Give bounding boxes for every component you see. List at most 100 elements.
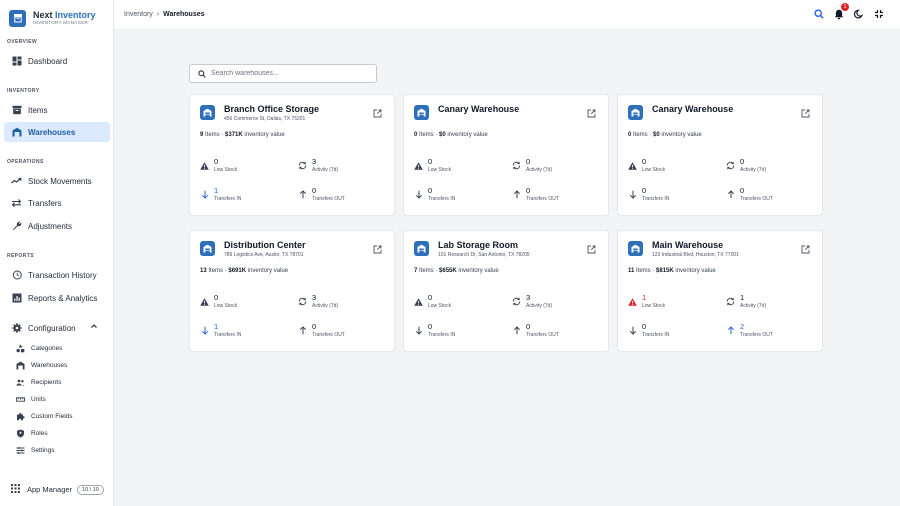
transfers-in-value: 0	[428, 186, 433, 195]
summary-separator: ·	[221, 132, 224, 138]
transfers-in-label: Transfers IN	[642, 332, 670, 338]
warehouse-icon	[200, 105, 215, 120]
warehouse-card[interactable]: Branch Office Storage 456 Commerce St, D…	[189, 94, 395, 216]
items-suffix: Items	[636, 268, 651, 274]
chevron-up-icon[interactable]	[90, 322, 98, 332]
warehouse-address: 789 Logistics Ave, Austin, TX 78701	[224, 252, 304, 258]
sliders-icon	[16, 446, 25, 455]
arrow-down-icon	[414, 326, 423, 335]
sidebar-item-reports-analytics[interactable]: Reports & Analytics	[4, 288, 110, 308]
stat-activity: 3 Activity (7d)	[512, 294, 552, 309]
apps-grid-icon	[11, 484, 20, 495]
arrow-down-icon	[628, 326, 637, 335]
low-stock-value: 0	[642, 157, 647, 166]
summary-separator: ·	[435, 132, 438, 138]
transfers-out-label: Transfers OUT	[740, 332, 773, 338]
notifications-bell-icon[interactable]: 1	[832, 3, 849, 21]
warning-icon	[200, 161, 209, 170]
open-external-icon[interactable]	[801, 105, 810, 123]
stat-activity: 3 Activity (7d)	[298, 294, 338, 309]
sidebar-item-label: Transaction History	[28, 270, 97, 280]
warehouse-card[interactable]: Canary Warehouse 0 Items · $0 inventory …	[617, 94, 823, 216]
warehouse-name: Distribution Center	[224, 240, 306, 250]
stat-transfers-in: 0 Transfers IN	[414, 323, 455, 338]
transfers-in-value: 0	[428, 322, 433, 331]
warehouse-card[interactable]: Distribution Center 789 Logistics Ave, A…	[189, 230, 395, 352]
stat-transfers-out: 0 Transfers OUT	[726, 187, 773, 202]
config-item-units[interactable]: Units	[16, 392, 46, 406]
items-suffix: Items	[419, 132, 434, 138]
arrow-down-icon	[200, 326, 209, 335]
activity-value: 3	[312, 293, 317, 302]
sidebar-item-configuration[interactable]: Configuration	[4, 318, 110, 338]
warehouse-name: Branch Office Storage	[224, 104, 320, 114]
item-count: 0	[628, 132, 632, 138]
inventory-value: $691K	[228, 268, 247, 274]
config-item-categories[interactable]: Categories	[16, 341, 62, 355]
warehouse-card[interactable]: Canary Warehouse 0 Items · $0 inventory …	[403, 94, 609, 216]
sync-icon	[512, 161, 521, 170]
config-item-settings[interactable]: Settings	[16, 443, 55, 457]
warehouse-summary: 7 Items · $655K inventory value	[414, 268, 499, 274]
inventory-value-suffix: inventory value	[458, 268, 499, 274]
arrow-up-icon	[512, 190, 521, 199]
open-external-icon[interactable]	[587, 241, 596, 259]
items-suffix: Items	[633, 132, 648, 138]
low-stock-value: 0	[214, 157, 219, 166]
open-external-icon[interactable]	[373, 105, 382, 123]
sidebar-item-stock-movements[interactable]: Stock Movements	[4, 171, 110, 191]
activity-value: 3	[526, 293, 531, 302]
stat-low-stock: 1 Low Stock	[628, 294, 665, 309]
open-external-icon[interactable]	[373, 241, 382, 259]
sidebar-item-dashboard[interactable]: Dashboard	[4, 51, 110, 71]
sidebar-item-label: Stock Movements	[28, 176, 92, 186]
dashboard-icon	[11, 56, 22, 67]
low-stock-label: Low Stock	[642, 167, 666, 173]
brand[interactable]: Next Inventory INVENTORY MANAGER	[0, 3, 113, 33]
low-stock-value: 0	[428, 157, 433, 166]
transfers-out-label: Transfers OUT	[312, 196, 345, 202]
shield-icon	[16, 429, 25, 438]
stat-transfers-in: 0 Transfers IN	[628, 323, 669, 338]
sync-icon	[726, 297, 735, 306]
arrow-up-icon	[726, 326, 735, 335]
inventory-value-suffix: inventory value	[661, 132, 702, 138]
search-input[interactable]	[211, 70, 371, 77]
transfers-in-label: Transfers IN	[428, 332, 456, 338]
stat-transfers-out: 0 Transfers OUT	[298, 323, 345, 338]
item-count: 9	[200, 132, 204, 138]
warehouse-search[interactable]	[189, 64, 377, 83]
sidebar-item-warehouses[interactable]: Warehouses	[4, 122, 110, 142]
dark-mode-moon-icon[interactable]	[852, 7, 866, 21]
config-item-custom-fields[interactable]: Custom Fields	[16, 409, 73, 423]
sidebar-item-adjustments[interactable]: Adjustments	[4, 216, 110, 236]
activity-label: Activity (7d)	[312, 167, 339, 173]
brand-logo-icon	[9, 9, 26, 27]
warehouse-card[interactable]: Main Warehouse 123 Industrial Blvd, Hous…	[617, 230, 823, 352]
activity-value: 3	[312, 157, 317, 166]
category-icon	[16, 344, 25, 353]
warehouse-icon	[628, 241, 643, 256]
section-label-reports: REPORTS	[7, 253, 34, 259]
sidebar-item-transaction-history[interactable]: Transaction History	[4, 265, 110, 285]
config-item-warehouses[interactable]: Warehouses	[16, 358, 67, 372]
app-manager-button[interactable]: App Manager 10 / 10	[11, 484, 104, 495]
open-external-icon[interactable]	[587, 105, 596, 123]
items-suffix: Items	[205, 132, 220, 138]
config-item-recipients[interactable]: Recipients	[16, 375, 61, 389]
search-icon[interactable]	[812, 7, 826, 21]
config-item-roles[interactable]: Roles	[16, 426, 48, 440]
app-manager-label: App Manager	[27, 485, 73, 494]
sidebar: Next Inventory INVENTORY MANAGER OVERVIE…	[0, 0, 114, 506]
stat-low-stock: 0 Low Stock	[628, 158, 665, 173]
warning-icon	[414, 161, 423, 170]
fullscreen-icon[interactable]	[872, 7, 886, 21]
warehouse-card[interactable]: Lab Storage Room 101 Research Dr, San An…	[403, 230, 609, 352]
gear-icon	[11, 323, 22, 334]
sidebar-item-transfers[interactable]: Transfers	[4, 193, 110, 213]
sidebar-item-items[interactable]: Items	[4, 100, 110, 120]
open-external-icon[interactable]	[801, 241, 810, 259]
breadcrumb-root[interactable]: Inventory	[124, 11, 153, 18]
search-icon	[198, 65, 206, 83]
brand-title: Next Inventory	[33, 9, 96, 20]
